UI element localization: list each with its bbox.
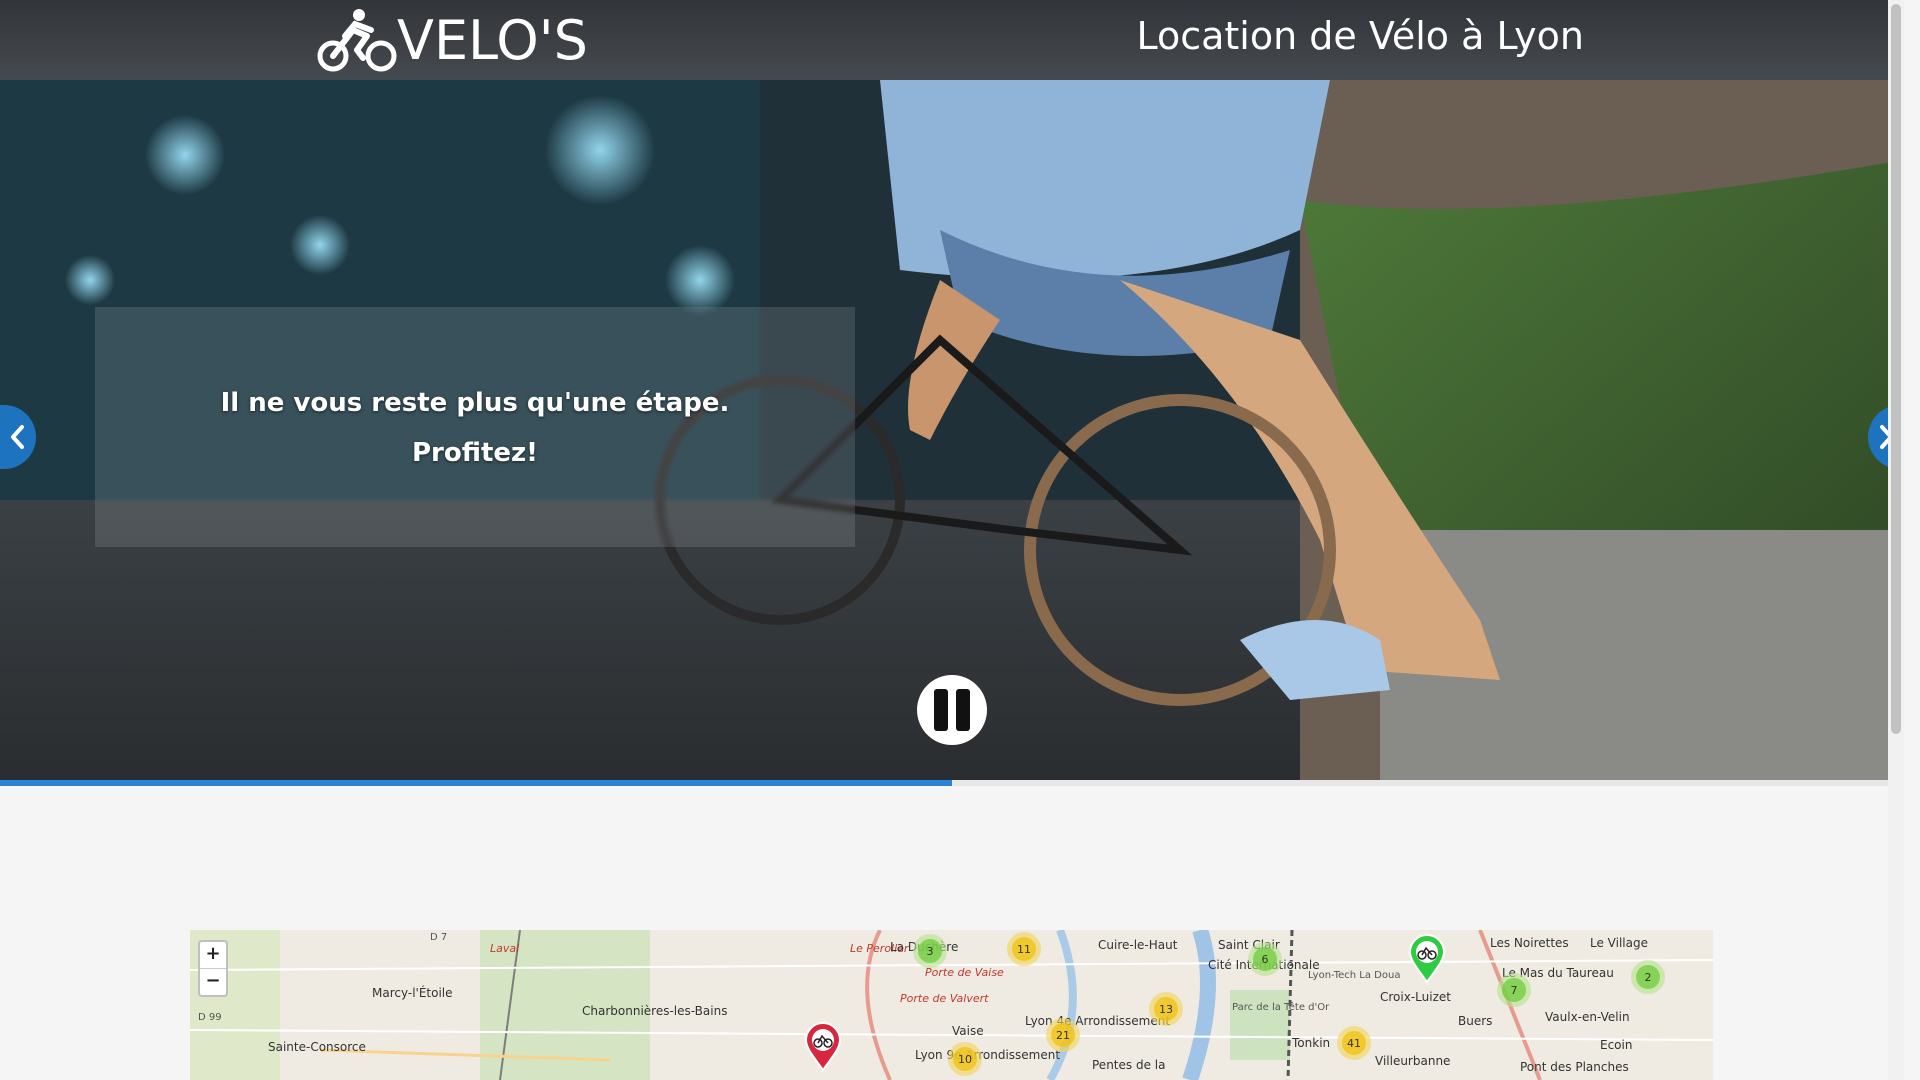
map-label: Ecoin — [1600, 1038, 1633, 1052]
station-cluster[interactable]: 2 — [1631, 960, 1665, 994]
caption-box — [95, 307, 855, 547]
station-cluster[interactable]: 13 — [1149, 992, 1183, 1026]
station-cluster[interactable]: 21 — [1046, 1018, 1080, 1052]
map-label: Lyon 9e Arrondissement — [915, 1048, 1061, 1062]
slide-progress-fill — [0, 780, 952, 786]
station-cluster[interactable]: 7 — [1497, 973, 1531, 1007]
zoom-out-button[interactable]: − — [200, 969, 226, 995]
chevron-left-icon — [11, 425, 24, 449]
map-label: Buers — [1458, 1014, 1493, 1028]
pause-button[interactable] — [917, 675, 987, 745]
map-label: Lyon 4e Arrondissement — [1025, 1014, 1171, 1028]
station-cluster[interactable]: 3 — [913, 934, 947, 968]
site-header: VELO'S Location de Vélo à Lyon — [0, 0, 1904, 80]
zoom-in-button[interactable]: + — [200, 942, 226, 969]
map-label: Marcy-l'Étoile — [372, 986, 453, 1000]
pause-icon — [934, 689, 948, 731]
slide-subcaption: Profitez! — [411, 438, 539, 468]
map-label: Tonkin — [1292, 1036, 1331, 1050]
zoom-control: + − — [198, 940, 228, 997]
station-cluster[interactable]: 10 — [948, 1042, 982, 1076]
map-label: Laval — [490, 942, 520, 955]
page-scrollbar[interactable] — [1888, 0, 1904, 1080]
map-label: Vaise — [952, 1024, 984, 1038]
map-label: Pont des Planches — [1520, 1060, 1629, 1074]
cyclist-icon — [317, 9, 397, 72]
stations-map[interactable]: + − D 7 Laval Marcy-l'Étoile D 99 Sainte… — [190, 930, 1713, 1080]
map-label: Le Village — [1590, 936, 1648, 950]
slide-caption: Il ne vous reste plus qu'une étape. — [220, 388, 730, 418]
pause-icon-bar — [956, 689, 970, 731]
map-label: Pentes de la — [1092, 1058, 1166, 1072]
map-label: Villeurbanne — [1375, 1054, 1451, 1068]
map-label: Cuire-le-Haut — [1098, 938, 1178, 952]
map-label: Vaulx-en-Velin — [1545, 1010, 1630, 1024]
station-cluster[interactable]: 11 — [1007, 932, 1041, 966]
bike-station-marker-green[interactable] — [1407, 934, 1447, 984]
logo-text: VELO'S — [397, 8, 588, 72]
slide-progress — [0, 780, 1904, 786]
page: VELO'S Location de Vélo à Lyon Il ne vou… — [0, 0, 1904, 1080]
map-label: Les Noirettes — [1490, 936, 1569, 950]
map-label: Lyon-Tech La Doua — [1308, 970, 1401, 981]
slideshow: Il ne vous reste plus qu'une étape. Prof… — [0, 80, 1904, 780]
page-title: Location de Vélo à Lyon — [1136, 14, 1584, 58]
map-label: Sainte-Consorce — [268, 1040, 366, 1054]
station-cluster[interactable]: 41 — [1337, 1026, 1371, 1060]
station-cluster[interactable]: 6 — [1248, 942, 1282, 976]
map-label: Charbonnières-les-Bains — [582, 1004, 728, 1018]
map-label: Porte de Vaise — [925, 966, 1004, 979]
map-label: D 99 — [198, 1012, 222, 1023]
bike-station-marker-red[interactable] — [803, 1022, 843, 1072]
map-label: D 7 — [430, 932, 448, 943]
scrollbar-thumb[interactable] — [1891, 4, 1901, 734]
map-label: Parc de la Tête d'Or — [1232, 1002, 1330, 1013]
map-label: Croix-Luizet — [1380, 990, 1451, 1004]
map-label: Porte de Valvert — [900, 992, 989, 1005]
logo[interactable]: VELO'S — [317, 6, 588, 74]
